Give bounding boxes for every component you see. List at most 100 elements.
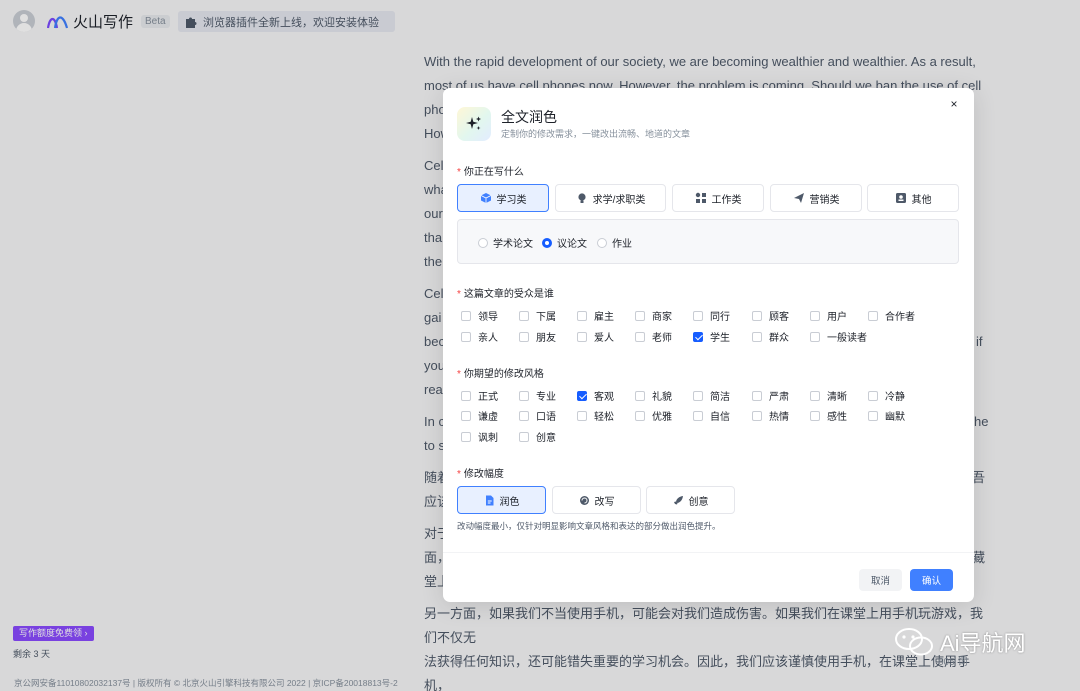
question-label: 你期望的修改风格: [463, 369, 544, 380]
checkbox-box: [461, 331, 471, 342]
magnitude-label: 润色: [499, 496, 520, 508]
style-emotional-checkbox[interactable]: 感性: [810, 408, 847, 423]
checkbox-box: [868, 310, 878, 321]
checkbox-box: [461, 390, 471, 401]
checkbox-box: [577, 410, 587, 421]
tab-work[interactable]: 工作类: [672, 184, 764, 212]
dialog-subtitle: 定制你的修改需求，一键改出流畅、地道的文章: [501, 129, 691, 139]
checkbox-box: [461, 410, 471, 421]
radio-circle: [478, 237, 488, 248]
checkbox-label: 正式: [478, 392, 498, 403]
checkbox-label: 雇主: [594, 312, 614, 323]
radio-label: 议论文: [557, 239, 587, 250]
checkbox-box: [635, 390, 645, 401]
style-confident-checkbox[interactable]: 自信: [693, 408, 730, 423]
checkbox-label: 创意: [536, 433, 556, 444]
radio-circle-selected: [542, 237, 552, 248]
grid-icon: [695, 192, 706, 203]
checkbox-label: 领导: [478, 312, 498, 323]
style-concise-checkbox[interactable]: 简洁: [693, 388, 730, 403]
audience-public-checkbox[interactable]: 群众: [752, 329, 789, 344]
audience-family-checkbox[interactable]: 亲人: [461, 329, 498, 344]
magnitude-label: 改写: [594, 496, 615, 508]
tab-label: 学习类: [496, 194, 527, 206]
radio-homework[interactable]: 作业: [597, 235, 632, 250]
checkbox-label: 清晰: [827, 392, 847, 403]
style-creative-checkbox[interactable]: 创意: [519, 429, 556, 444]
style-formal-checkbox[interactable]: 正式: [461, 388, 498, 403]
style-calm-checkbox[interactable]: 冷静: [868, 388, 905, 403]
radio-academic-paper[interactable]: 学术论文: [478, 235, 533, 250]
checkbox-box: [577, 331, 587, 342]
checkbox-label: 讽刺: [478, 433, 498, 444]
question-magnitude: * 修改幅度: [457, 469, 504, 480]
cube-icon: [480, 193, 491, 203]
contact-card-icon: [895, 193, 906, 203]
tab-marketing[interactable]: 营销类: [770, 184, 862, 212]
magnitude-creative-button[interactable]: 创意: [646, 486, 735, 514]
cancel-button[interactable]: 取消: [859, 569, 902, 591]
checkbox-box: [693, 410, 703, 421]
style-relaxed-checkbox[interactable]: 轻松: [577, 408, 614, 423]
style-colloquial-checkbox[interactable]: 口语: [519, 408, 556, 423]
checkbox-label: 用户: [827, 312, 847, 323]
checkbox-box: [752, 390, 762, 401]
audience-leader-checkbox[interactable]: 领导: [461, 308, 498, 323]
magnitude-polish-button[interactable]: 润色: [457, 486, 546, 514]
audience-employer-checkbox[interactable]: 雇主: [577, 308, 614, 323]
checkbox-label: 顾客: [769, 312, 789, 323]
style-polite-checkbox[interactable]: 礼貌: [635, 388, 672, 403]
lightbulb-icon: [578, 193, 586, 203]
style-humble-checkbox[interactable]: 谦虚: [461, 408, 498, 423]
document-icon: [485, 495, 493, 505]
audience-partner-checkbox[interactable]: 合作者: [868, 308, 915, 323]
confirm-button[interactable]: 确认: [910, 569, 953, 591]
audience-friend-checkbox[interactable]: 朋友: [519, 329, 556, 344]
magnitude-rewrite-button[interactable]: 改写: [552, 486, 641, 514]
checkbox-label: 优雅: [652, 412, 672, 423]
tab-study[interactable]: 学习类: [457, 184, 549, 212]
tab-application[interactable]: 求学/求职类: [555, 184, 666, 212]
radio-label: 学术论文: [493, 239, 533, 250]
checkbox-box: [810, 310, 820, 321]
audience-merchant-checkbox[interactable]: 商家: [635, 308, 672, 323]
audience-student-checkbox[interactable]: 学生: [693, 329, 730, 344]
question-label: 这篇文章的受众是谁: [463, 289, 554, 300]
audience-customer-checkbox[interactable]: 顾客: [752, 308, 789, 323]
checkbox-label: 老师: [652, 333, 672, 344]
question-label: 你正在写什么: [463, 167, 524, 178]
checkbox-box: [868, 410, 878, 421]
audience-teacher-checkbox[interactable]: 老师: [635, 329, 672, 344]
style-elegant-checkbox[interactable]: 优雅: [635, 408, 672, 423]
radio-label: 作业: [612, 239, 632, 250]
checkbox-label: 爱人: [594, 333, 614, 344]
style-satirical-checkbox[interactable]: 讽刺: [461, 429, 498, 444]
style-humorous-checkbox[interactable]: 幽默: [868, 408, 905, 423]
audience-user-checkbox[interactable]: 用户: [810, 308, 847, 323]
question-writing-type: * 你正在写什么: [457, 167, 524, 178]
style-objective-checkbox[interactable]: 客观: [577, 388, 614, 403]
tab-label: 求学/求职类: [592, 194, 646, 206]
checkbox-label: 学生: [710, 333, 730, 344]
checkbox-box: [810, 410, 820, 421]
checkbox-box: [461, 310, 471, 321]
checkbox-box: [519, 431, 529, 442]
checkbox-label: 礼貌: [652, 392, 672, 403]
checkbox-box: [752, 310, 762, 321]
checkbox-box: [635, 310, 645, 321]
style-professional-checkbox[interactable]: 专业: [519, 388, 556, 403]
audience-peer-checkbox[interactable]: 同行: [693, 308, 730, 323]
style-serious-checkbox[interactable]: 严肃: [752, 388, 789, 403]
audience-subordinate-checkbox[interactable]: 下属: [519, 308, 556, 323]
style-enthusiastic-checkbox[interactable]: 热情: [752, 408, 789, 423]
checkbox-label: 冷静: [885, 392, 905, 403]
close-icon[interactable]: ×: [948, 98, 960, 110]
tab-other[interactable]: 其他: [867, 184, 959, 212]
sparkle-icon: [457, 107, 491, 141]
audience-general-reader-checkbox[interactable]: 一般读者: [810, 329, 867, 344]
style-clear-checkbox[interactable]: 清晰: [810, 388, 847, 403]
audience-lover-checkbox[interactable]: 爱人: [577, 329, 614, 344]
checkbox-box: [635, 410, 645, 421]
checkbox-label: 下属: [536, 312, 556, 323]
radio-argumentative[interactable]: 议论文: [542, 235, 587, 250]
